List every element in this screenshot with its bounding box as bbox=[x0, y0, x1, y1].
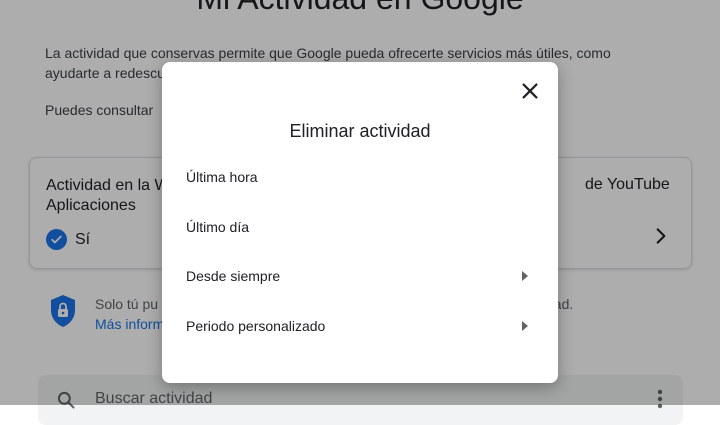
option-last-hour[interactable]: Última hora bbox=[186, 162, 534, 192]
close-icon[interactable] bbox=[519, 80, 541, 102]
arrow-right-icon bbox=[522, 271, 528, 281]
arrow-right-icon bbox=[522, 321, 528, 331]
option-all-time[interactable]: Desde siempre bbox=[186, 261, 534, 291]
dialog-title: Eliminar actividad bbox=[289, 121, 431, 141]
delete-activity-dialog: Eliminar actividad Última hora Último dí… bbox=[162, 62, 558, 383]
option-custom-range[interactable]: Periodo personalizado bbox=[186, 311, 534, 341]
option-last-day[interactable]: Último día bbox=[186, 212, 534, 242]
